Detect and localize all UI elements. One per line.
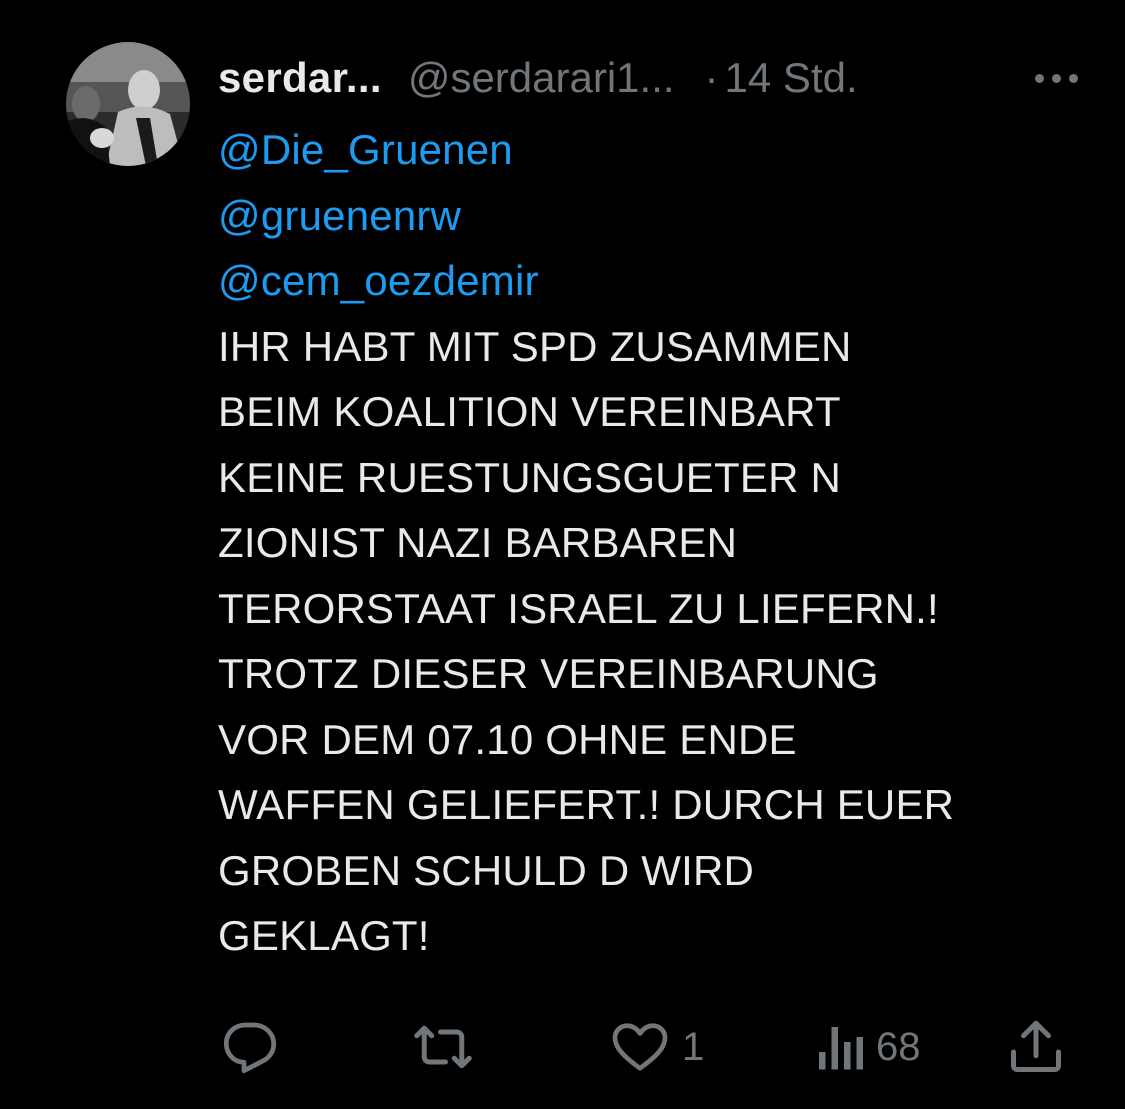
- separator-dot: ·: [704, 54, 719, 101]
- action-bar: 1 68: [218, 1012, 1068, 1082]
- heart-icon: [612, 1023, 668, 1071]
- tweet: serdar... @serdarari1... · 14 Std. @Die_…: [0, 0, 1125, 1109]
- mention-link[interactable]: @gruenenrw: [218, 183, 1098, 249]
- avatar[interactable]: [66, 42, 190, 166]
- reply-icon: [223, 1022, 277, 1074]
- views-count: 68: [876, 1024, 921, 1069]
- tweet-text: @Die_Gruenen @gruenenrw @cem_oezdemir IH…: [218, 117, 1098, 969]
- retweet-button[interactable]: [411, 1012, 487, 1082]
- text-line: WAFFEN GELIEFERT.! DURCH EUER: [218, 781, 955, 828]
- share-button[interactable]: [1006, 1012, 1066, 1082]
- share-icon: [1011, 1020, 1061, 1072]
- more-icon[interactable]: [1035, 50, 1078, 106]
- views-button[interactable]: 68: [814, 1012, 921, 1082]
- text-line: BEIM KOALITION VEREINBART: [218, 388, 841, 435]
- timestamp[interactable]: 14 Std.: [725, 54, 858, 102]
- mention-link[interactable]: @Die_Gruenen: [218, 117, 1098, 183]
- views-icon: [819, 1027, 863, 1070]
- text-line: KEINE RUESTUNGSGUETER N: [218, 453, 842, 501]
- text-line: GEKLAGT!: [218, 912, 430, 959]
- avatar-photo: [66, 42, 190, 166]
- display-name[interactable]: serdar...: [218, 54, 382, 102]
- reply-button[interactable]: [220, 1012, 292, 1082]
- text-line: TROTZ DIESER VEREINBARUNG: [218, 650, 879, 697]
- text-line: TERORSTAAT ISRAEL ZU LIEFERN.!: [218, 584, 939, 632]
- text-line: IHR HABT MIT SPD ZUSAMMEN: [218, 322, 852, 370]
- mention-link[interactable]: @cem_oezdemir: [218, 248, 1098, 314]
- text-line: GROBEN SCHULD D WIRD: [218, 846, 755, 894]
- like-count: 1: [682, 1024, 705, 1069]
- text-line: ZIONIST NAZI BARBAREN: [218, 519, 738, 566]
- text-line: VOR DEM 07.10 OHNE ENDE: [218, 715, 797, 763]
- tweet-header: serdar... @serdarari1... · 14 Std.: [218, 50, 1078, 106]
- retweet-icon: [414, 1025, 472, 1069]
- user-handle[interactable]: @serdarari1...: [408, 54, 675, 102]
- like-button[interactable]: 1: [610, 1012, 704, 1082]
